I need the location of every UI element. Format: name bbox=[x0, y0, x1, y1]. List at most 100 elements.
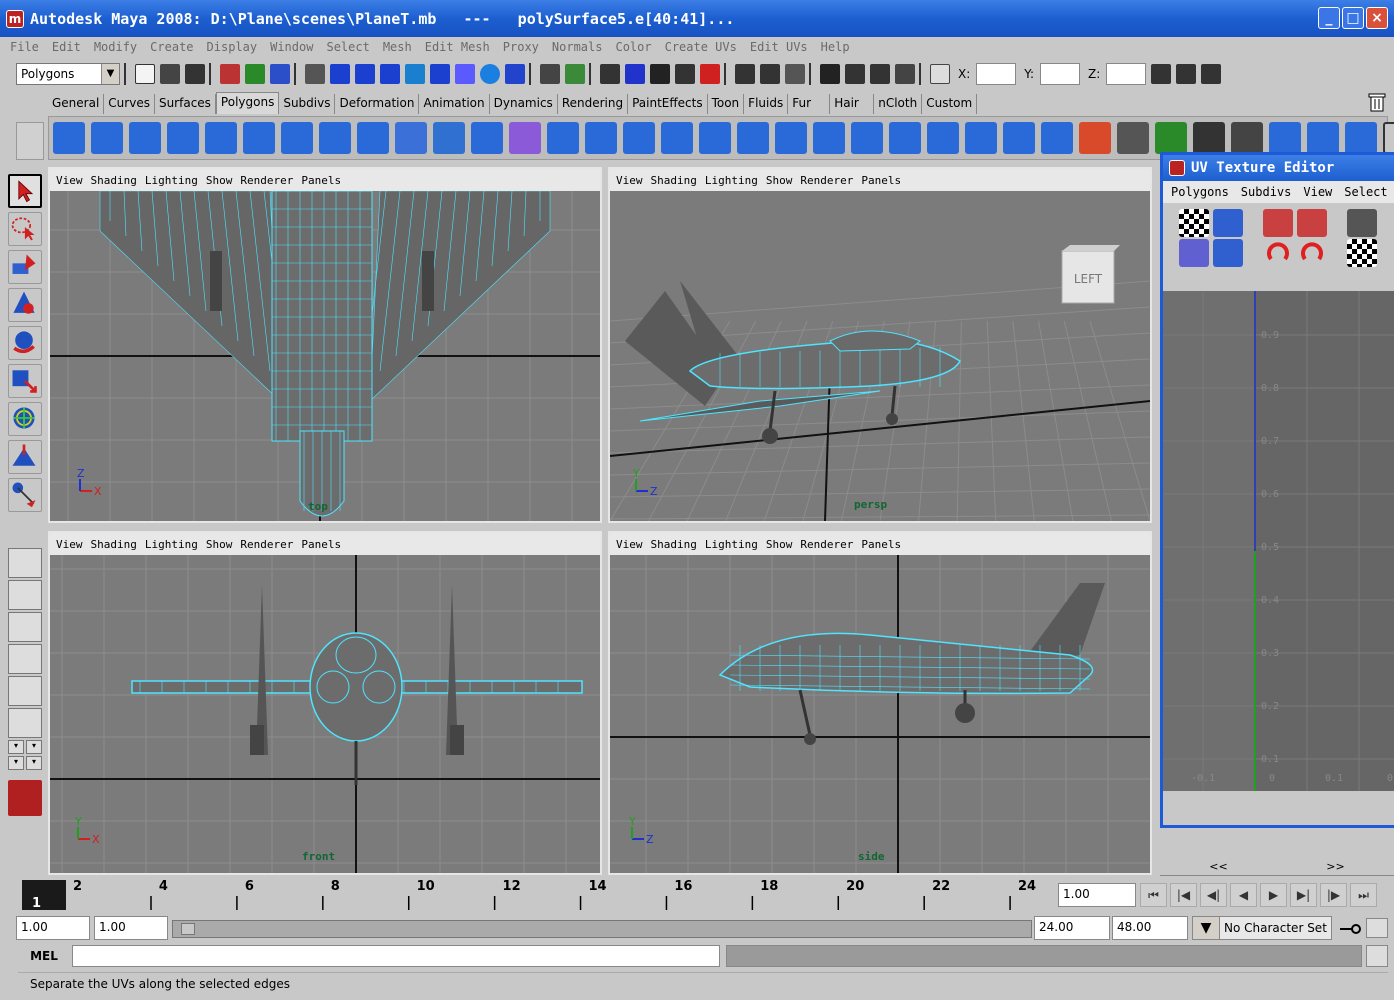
lattice-icon[interactable] bbox=[650, 63, 670, 84]
viewport-menu-panels[interactable]: Panels bbox=[861, 174, 901, 187]
playback-start-field[interactable]: 1.00 bbox=[94, 916, 168, 940]
poly-plane-icon[interactable] bbox=[205, 122, 237, 154]
input-icon[interactable] bbox=[735, 63, 755, 84]
time-slider[interactable]: 1 2 4 6 8 10 12 14 16 18 20 22 24 bbox=[18, 878, 1048, 912]
uv-editor-scrollbar[interactable] bbox=[1163, 793, 1394, 825]
viewport-menu-panels[interactable]: Panels bbox=[301, 538, 341, 551]
menu-set-select[interactable]: Polygons ▼ bbox=[16, 62, 120, 85]
render-view-icon[interactable] bbox=[820, 63, 840, 84]
tab-toon[interactable]: Toon bbox=[707, 94, 745, 114]
boolean-icon[interactable] bbox=[547, 122, 579, 154]
viewport-canvas[interactable]: LEFT Z Y bbox=[610, 191, 1150, 521]
tab-fluids[interactable]: Fluids bbox=[744, 94, 789, 114]
flip-u-icon[interactable] bbox=[1263, 209, 1293, 237]
offset-edge-loop-icon[interactable] bbox=[775, 122, 807, 154]
snap-grid-icon[interactable] bbox=[330, 63, 350, 84]
channel-box-icon[interactable] bbox=[1201, 63, 1222, 84]
step-forward-key-button[interactable]: |▶ bbox=[1320, 883, 1347, 907]
uv-editor-icon[interactable] bbox=[1231, 122, 1263, 154]
tab-painteffects[interactable]: PaintEffects bbox=[628, 94, 708, 114]
viewport-menu-shading[interactable]: Shading bbox=[91, 174, 137, 187]
single-pane-layout-icon[interactable] bbox=[8, 548, 42, 578]
maximize-button[interactable]: □ bbox=[1342, 7, 1364, 29]
shelf-menu-button[interactable] bbox=[16, 122, 44, 160]
combine-icon[interactable] bbox=[395, 122, 427, 154]
attribute-editor-icon[interactable] bbox=[1151, 63, 1172, 84]
extrude-icon[interactable] bbox=[813, 122, 845, 154]
menu-help[interactable]: Help bbox=[821, 40, 850, 54]
menu-modify[interactable]: Modify bbox=[94, 40, 137, 54]
z-field[interactable] bbox=[1106, 62, 1147, 85]
viewport-persp[interactable]: View Shading Lighting Show Renderer Panels LE… bbox=[608, 167, 1152, 523]
menu-edit-mesh[interactable]: Edit Mesh bbox=[425, 40, 490, 54]
auto-map-icon[interactable] bbox=[1193, 122, 1225, 154]
separate-icon[interactable] bbox=[433, 122, 465, 154]
mel-input[interactable] bbox=[72, 945, 720, 967]
range-start-handle[interactable] bbox=[181, 923, 195, 935]
tab-fur[interactable]: Fur bbox=[788, 94, 831, 114]
tab-curves[interactable]: Curves bbox=[104, 94, 155, 114]
chevron-down-icon[interactable]: ▼ bbox=[101, 63, 119, 84]
select-tool-icon[interactable] bbox=[8, 174, 42, 208]
globe-icon[interactable] bbox=[480, 63, 500, 84]
tab-subdivs[interactable]: Subdivs bbox=[279, 94, 336, 114]
go-to-start-button[interactable]: ⏮ bbox=[1140, 883, 1167, 907]
step-forward-frame-button[interactable]: ▶| bbox=[1290, 883, 1317, 907]
persp-graph-hypergraph-layout-icon[interactable] bbox=[8, 708, 42, 738]
snap-live-icon[interactable] bbox=[430, 63, 450, 84]
bridge-icon[interactable] bbox=[623, 122, 655, 154]
menu-select[interactable]: Select bbox=[326, 40, 369, 54]
time-nav-next[interactable]: >> bbox=[1277, 860, 1394, 876]
uv-checker-icon[interactable] bbox=[1269, 122, 1301, 154]
flip-v-icon[interactable] bbox=[1297, 209, 1327, 237]
chevron-down-icon[interactable]: ▼ bbox=[1193, 920, 1219, 936]
viewport-menu-lighting[interactable]: Lighting bbox=[145, 174, 198, 187]
layout-uv-icon[interactable] bbox=[1347, 239, 1377, 267]
layout-dropdown-icon[interactable]: ▾ bbox=[26, 756, 42, 770]
lasso-tool-icon[interactable] bbox=[8, 212, 42, 246]
uv-menu-subdivs[interactable]: Subdivs bbox=[1241, 185, 1292, 199]
tool-settings-icon[interactable] bbox=[1176, 63, 1197, 84]
minimize-button[interactable]: _ bbox=[1318, 7, 1340, 29]
select-hierarchy-icon[interactable] bbox=[220, 63, 240, 84]
tab-animation[interactable]: Animation bbox=[419, 94, 490, 114]
go-to-end-button[interactable]: ⏭ bbox=[1350, 883, 1377, 907]
animation-end-field[interactable]: 48.00 bbox=[1112, 916, 1188, 940]
spherical-map-icon[interactable] bbox=[1155, 122, 1187, 154]
poly-torus-icon[interactable] bbox=[243, 122, 275, 154]
cylindrical-map-icon[interactable] bbox=[1117, 122, 1149, 154]
poly-sphere-icon[interactable] bbox=[53, 122, 85, 154]
paint-select-tool-icon[interactable] bbox=[8, 250, 42, 284]
select-box-icon[interactable] bbox=[565, 63, 585, 84]
open-scene-icon[interactable] bbox=[160, 63, 180, 84]
viewport-menu-show[interactable]: Show bbox=[206, 538, 233, 551]
layout-dropdown-icon[interactable]: ▾ bbox=[26, 740, 42, 754]
poly-helix-icon[interactable] bbox=[357, 122, 389, 154]
tab-rendering[interactable]: Rendering bbox=[557, 94, 629, 114]
persp-graph-layout-icon[interactable] bbox=[8, 644, 42, 674]
soft-modification-icon[interactable] bbox=[8, 440, 42, 474]
output-icon[interactable] bbox=[760, 63, 780, 84]
save-scene-icon[interactable] bbox=[185, 63, 205, 84]
menu-mesh[interactable]: Mesh bbox=[383, 40, 412, 54]
play-backwards-button[interactable]: ◀ bbox=[1230, 883, 1257, 907]
mask-icon[interactable] bbox=[305, 63, 325, 84]
viewport-menu-view[interactable]: View bbox=[56, 174, 83, 187]
playback-end-field[interactable]: 24.00 bbox=[1034, 916, 1110, 940]
select-uv-icon[interactable] bbox=[1213, 239, 1243, 267]
viewport-menu-renderer[interactable]: Renderer bbox=[800, 174, 853, 187]
viewport-canvas[interactable]: XY bbox=[50, 555, 600, 873]
show-manipulator-icon[interactable] bbox=[8, 478, 42, 512]
menu-edit-uvs[interactable]: Edit UVs bbox=[750, 40, 808, 54]
insert-edge-loop-icon[interactable] bbox=[737, 122, 769, 154]
tab-deformation[interactable]: Deformation bbox=[335, 94, 420, 114]
viewport-menu-lighting[interactable]: Lighting bbox=[705, 538, 758, 551]
hand-icon[interactable] bbox=[675, 63, 695, 84]
checker-icon[interactable] bbox=[1179, 209, 1209, 237]
animation-start-field[interactable]: 1.00 bbox=[16, 916, 90, 940]
tab-general[interactable]: General bbox=[48, 94, 105, 114]
mirror-icon[interactable] bbox=[585, 122, 617, 154]
viewport-menu-show[interactable]: Show bbox=[206, 174, 233, 187]
shell-icon[interactable] bbox=[1307, 122, 1339, 154]
range-slider[interactable] bbox=[172, 920, 1032, 938]
